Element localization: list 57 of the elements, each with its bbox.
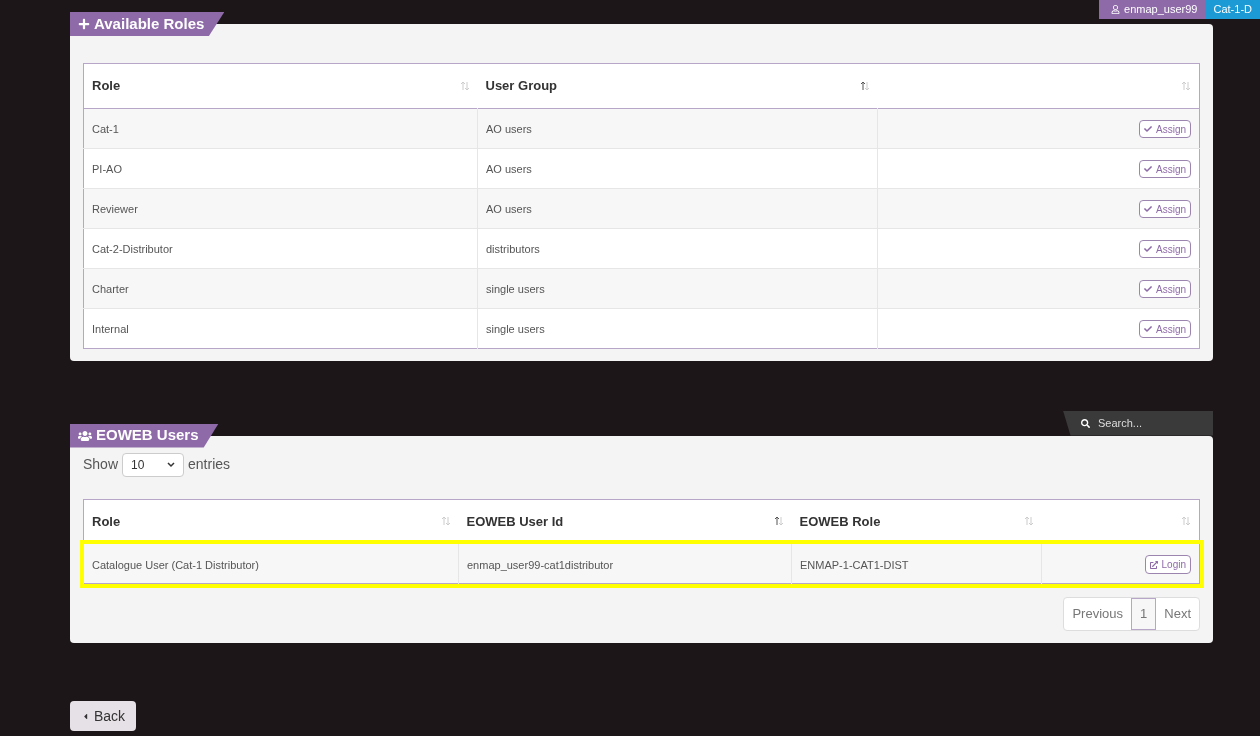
column-header[interactable]: Role <box>92 76 121 96</box>
table-cell: enmap_user99-cat1distributor <box>467 558 614 571</box>
entries-select[interactable]: 10 <box>122 452 185 477</box>
assign-button[interactable]: Assign <box>1139 120 1191 138</box>
chevron-down-icon <box>167 461 176 468</box>
check-icon <box>1144 285 1152 293</box>
table-cell: single users <box>486 323 545 335</box>
page-button[interactable]: Next <box>1156 598 1199 630</box>
sort-icon <box>1181 80 1191 91</box>
sort-icon <box>773 516 784 527</box>
plus-icon <box>78 18 90 30</box>
check-icon <box>1144 125 1152 133</box>
assign-button[interactable]: Assign <box>1139 160 1191 178</box>
user-badge[interactable]: enmap_user99 <box>1099 0 1206 19</box>
table-cell: AO users <box>486 203 532 215</box>
table-cell: single users <box>486 283 545 295</box>
column-header[interactable]: Role <box>92 511 121 531</box>
table-cell: Reviewer <box>92 203 138 215</box>
check-icon <box>1144 205 1152 213</box>
page-button[interactable]: Previous <box>1064 598 1132 630</box>
column-header[interactable]: User Group <box>485 76 557 96</box>
table-cell: distributors <box>486 243 540 255</box>
table-cell: PI-AO <box>92 163 122 175</box>
check-icon <box>1144 325 1152 333</box>
table-cell: Internal <box>92 323 129 335</box>
table-cell: Cat-1 <box>92 123 119 135</box>
sort-icon <box>859 80 870 91</box>
check-icon <box>1144 165 1152 173</box>
entries-label: entries <box>188 455 231 474</box>
assign-button[interactable]: Assign <box>1139 200 1191 218</box>
table-cell: AO users <box>486 123 532 135</box>
search-field[interactable]: Search... <box>1063 410 1213 436</box>
table-cell: Cat-2-Distributor <box>92 243 173 255</box>
sort-icon <box>1023 516 1034 527</box>
assign-button[interactable]: Assign <box>1139 240 1191 258</box>
sort-icon <box>1181 516 1191 527</box>
sort-icon <box>440 516 451 527</box>
assign-button[interactable]: Assign <box>1139 280 1191 298</box>
table-cell: Catalogue User (Cat-1 Distributor) <box>92 558 259 571</box>
role-badge: Cat-1-D <box>1205 0 1260 19</box>
check-icon <box>1144 245 1152 253</box>
search-icon <box>1081 418 1090 428</box>
table-cell: Charter <box>92 283 129 295</box>
assign-button[interactable]: Assign <box>1139 320 1191 338</box>
column-header[interactable]: EOWEB Role <box>799 511 881 531</box>
search-input[interactable]: Search... <box>1098 414 1208 432</box>
users-icon <box>78 428 92 443</box>
table-cell: AO users <box>486 163 532 175</box>
sort-icon <box>459 80 470 91</box>
table-cell: ENMAP-1-CAT1-DIST <box>800 558 909 571</box>
login-button[interactable]: Login <box>1144 555 1191 574</box>
back-button[interactable]: Back <box>70 701 136 731</box>
external-link-icon <box>1149 560 1158 569</box>
page-button[interactable]: 1 <box>1131 598 1157 630</box>
column-header[interactable]: EOWEB User Id <box>466 511 564 531</box>
user-icon <box>1111 5 1121 14</box>
show-label: Show <box>83 455 119 474</box>
